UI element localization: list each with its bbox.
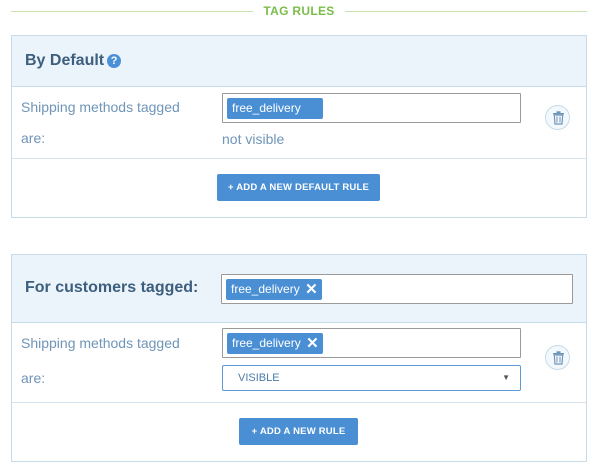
- visibility-select[interactable]: VISIBLE ▼: [222, 365, 521, 391]
- customer-panel-header: For customers tagged: free_delivery ✕: [12, 255, 586, 323]
- tag-chip-label: free_delivery: [231, 282, 300, 296]
- tag-chip: free_delivery ✕: [226, 279, 322, 300]
- customer-rule-label-line2: are:: [21, 370, 46, 386]
- trash-icon: [553, 351, 564, 365]
- delete-rule-button[interactable]: [545, 345, 570, 370]
- default-visibility-value: not visible: [222, 131, 285, 147]
- tag-chip-label: free_delivery: [232, 101, 301, 115]
- default-rules-panel: By Default? Shipping methods tagged are:…: [11, 35, 587, 218]
- header-divider-right: [345, 11, 587, 12]
- customer-panel-heading: For customers tagged:: [25, 279, 199, 296]
- add-rule-button[interactable]: + ADD A NEW RULE: [239, 418, 358, 445]
- remove-tag-icon[interactable]: ✕: [306, 333, 319, 354]
- default-panel-divider: [12, 158, 586, 159]
- customer-rule-tag-input[interactable]: free_delivery ✕: [222, 328, 521, 358]
- default-rule-label-line2: are:: [21, 130, 46, 146]
- default-rule-label-line1: Shipping methods tagged: [21, 99, 180, 115]
- customer-rule-label-line1: Shipping methods tagged: [21, 335, 180, 351]
- visibility-select-value: VISIBLE: [238, 372, 280, 384]
- tag-rules-header: TAG RULES: [11, 0, 587, 22]
- tag-chip: free_delivery: [227, 98, 323, 119]
- default-heading-text: By Default: [25, 52, 105, 69]
- customer-rules-panel: For customers tagged: free_delivery ✕ Sh…: [11, 254, 587, 462]
- default-panel-heading: By Default?: [25, 52, 122, 70]
- trash-icon: [553, 111, 564, 125]
- question-circle-icon[interactable]: ?: [107, 54, 122, 68]
- customer-panel-divider: [12, 402, 586, 403]
- delete-rule-button[interactable]: [545, 105, 570, 130]
- default-rule-tag-input[interactable]: free_delivery: [222, 93, 521, 123]
- tag-chip: free_delivery ✕: [227, 333, 323, 354]
- default-panel-header: By Default?: [12, 36, 586, 87]
- add-default-rule-button[interactable]: + ADD A NEW DEFAULT RULE: [217, 174, 380, 201]
- chevron-down-icon: ▼: [502, 373, 510, 382]
- tag-chip-label: free_delivery: [232, 336, 301, 350]
- remove-tag-icon[interactable]: ✕: [305, 279, 318, 300]
- customer-tag-input[interactable]: free_delivery ✕: [221, 274, 573, 304]
